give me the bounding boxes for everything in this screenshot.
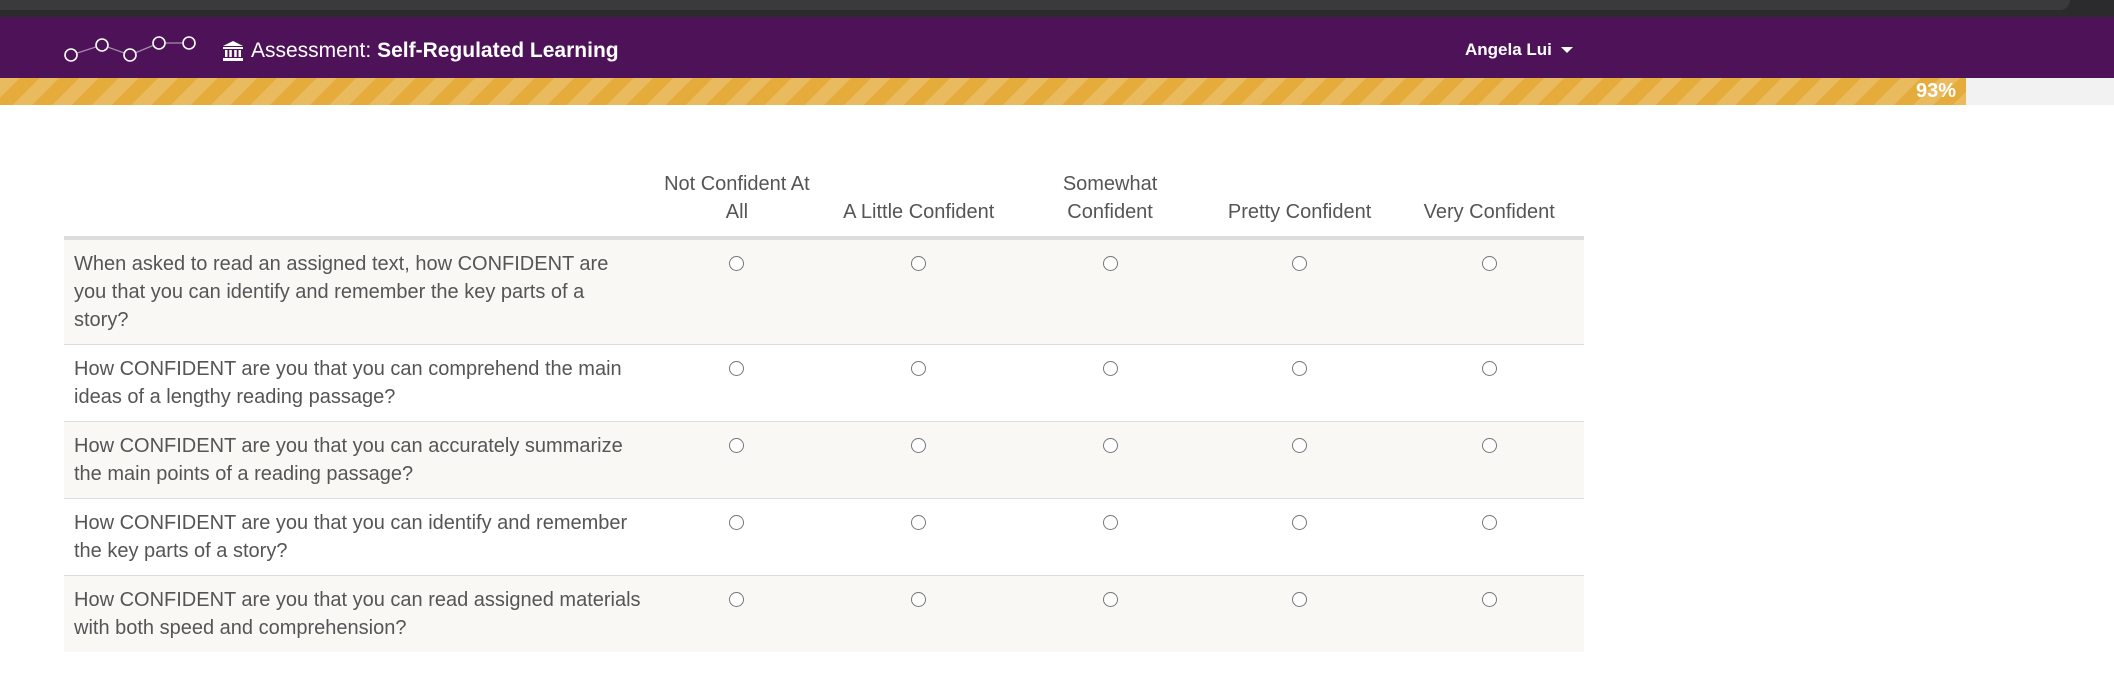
assessment-name: Self-Regulated Learning [377,39,619,62]
survey-header-row: Not Confident At All A Little Confident So… [64,158,1584,240]
page-title: Assessment: Self-Regulated Learning [222,36,619,66]
radio-button[interactable] [1292,438,1308,453]
column-header: Somewhat Confident [1015,158,1205,240]
radio-button[interactable] [911,361,927,376]
question-text: How CONFIDENT are you that you can read … [64,575,652,652]
survey-table: Not Confident At All A Little Confident So… [64,158,1584,652]
choice-cell [1015,575,1205,652]
browser-chrome-edge [0,0,2070,10]
question-row: How CONFIDENT are you that you can ident… [64,498,1584,576]
choice-cell [1015,344,1205,422]
radio-button[interactable] [1102,592,1118,607]
radio-button[interactable] [911,256,927,271]
institution-icon [223,41,243,61]
radio-button[interactable] [1481,361,1497,376]
choice-cell [651,421,823,499]
choice-cell [1015,498,1205,576]
choice-cell [1015,237,1205,345]
radio-button[interactable] [1292,592,1308,607]
survey-body: When asked to read an assigned text, how… [64,237,1584,652]
progress-bar: 93% [0,78,2114,105]
question-row: How CONFIDENT are you that you can compr… [64,344,1584,422]
browser-chrome-strip [0,0,2114,17]
radio-button[interactable] [1292,515,1308,530]
progress-label: 93% [1915,80,1957,102]
radio-button[interactable] [729,592,745,607]
choice-cell [1204,237,1395,345]
choice-cell [822,344,1016,422]
question-row: How CONFIDENT are you that you can read … [64,575,1584,652]
radio-button[interactable] [1102,438,1118,453]
radio-button[interactable] [729,515,745,530]
radio-button[interactable] [729,438,745,453]
choice-cell [1204,575,1395,652]
radio-button[interactable] [1102,515,1118,530]
choice-cell [822,498,1016,576]
choice-cell [1394,575,1584,652]
choice-cell [1015,421,1205,499]
column-header: Very Confident [1394,158,1584,240]
choice-cell [651,344,823,422]
column-header: Pretty Confident [1204,158,1395,240]
column-header: Not Confident At All [651,158,823,240]
radio-button[interactable] [1481,515,1497,530]
caret-down-icon [1560,47,1573,53]
question-row: When asked to read an assigned text, how… [64,237,1584,345]
radio-button[interactable] [1292,361,1308,376]
question-text: How CONFIDENT are you that you can compr… [64,344,652,422]
progress-fill: 93% [0,78,1967,105]
choice-cell [1394,237,1584,345]
user-name: Angela Lui [1465,40,1552,59]
choice-cell [1204,498,1395,576]
network-logo-icon[interactable] [58,29,203,69]
choice-cell [1204,344,1395,422]
question-text: How CONFIDENT are you that you can ident… [64,498,652,576]
top-navbar: Assessment: Self-Regulated Learning Ange… [0,17,2114,78]
column-header: A Little Confident [822,158,1016,240]
choice-cell [651,237,823,345]
choice-cell [651,575,823,652]
user-menu[interactable]: Angela Lui [1465,37,1573,63]
question-column-header [64,158,652,240]
radio-button[interactable] [1292,256,1308,271]
radio-button[interactable] [1481,438,1497,453]
radio-button[interactable] [911,592,927,607]
choice-cell [822,421,1016,499]
radio-button[interactable] [1102,256,1118,271]
radio-button[interactable] [729,256,745,271]
radio-button[interactable] [729,361,745,376]
radio-button[interactable] [1102,361,1118,376]
choice-cell [651,498,823,576]
radio-button[interactable] [911,515,927,530]
choice-cell [1394,344,1584,422]
choice-cell [1394,498,1584,576]
choice-cell [822,575,1016,652]
question-text: When asked to read an assigned text, how… [64,237,652,345]
choice-cell [822,237,1016,345]
radio-button[interactable] [1481,592,1497,607]
question-text: How CONFIDENT are you that you can accur… [64,421,652,499]
title-prefix: Assessment: [251,39,372,62]
choice-cell [1204,421,1395,499]
choice-cell [1394,421,1584,499]
radio-button[interactable] [911,438,927,453]
question-row: How CONFIDENT are you that you can accur… [64,421,1584,499]
radio-button[interactable] [1481,256,1497,271]
